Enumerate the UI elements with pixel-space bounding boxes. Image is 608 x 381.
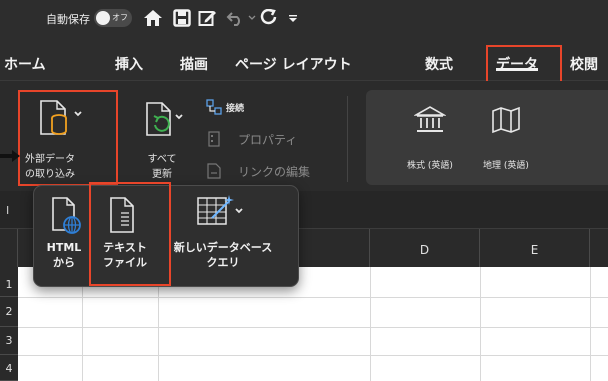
from-html-label-line2: から <box>53 256 75 269</box>
refresh-all-label-line1: すべて <box>147 154 177 165</box>
tab-data[interactable]: データ <box>496 54 538 74</box>
name-box[interactable]: I <box>6 204 9 217</box>
tab-draw[interactable]: 描画 <box>180 54 208 74</box>
connections-label: 接続 <box>226 104 245 114</box>
bank-icon <box>414 106 446 132</box>
from-text-file-label-line2: ファイル <box>103 256 147 269</box>
column-header-f[interactable] <box>590 229 608 267</box>
row-header-3[interactable]: 3 <box>0 327 18 355</box>
edit-links-icon <box>207 163 221 179</box>
column-label-d: D <box>419 243 430 257</box>
edit-icon[interactable] <box>196 7 220 29</box>
from-html-item[interactable]: HTML から <box>38 186 90 286</box>
properties-icon <box>208 131 220 147</box>
refresh-all-label-line2: 更新 <box>152 169 172 180</box>
row-header-2[interactable]: 2 <box>0 297 18 327</box>
stocks-label: 株式 (英語) <box>407 161 453 171</box>
column-header-d[interactable]: D <box>370 229 480 267</box>
pointer-arrow-icon <box>0 150 20 162</box>
customize-toolbar-icon[interactable] <box>286 7 300 29</box>
from-text-file-label-line1: テキスト <box>103 241 147 254</box>
edit-links-button[interactable]: リンクの編集 <box>204 162 324 182</box>
row-header-1[interactable]: 1 <box>0 267 18 297</box>
save-icon[interactable] <box>170 7 194 29</box>
geography-label: 地理 (英語) <box>483 161 529 171</box>
refresh-document-icon <box>144 100 184 142</box>
column-label-e: E <box>530 243 539 257</box>
autosave-label: 自動保存 <box>46 13 90 26</box>
edit-links-label: リンクの編集 <box>238 165 311 179</box>
map-icon <box>492 106 520 134</box>
properties-button[interactable]: プロパティ <box>204 130 324 150</box>
undo-dropdown-icon[interactable] <box>246 7 258 29</box>
autosave-state: オフ <box>112 13 128 22</box>
redo-icon[interactable] <box>258 7 280 29</box>
ribbon-divider <box>347 96 348 182</box>
tab-review[interactable]: 校閲 <box>570 54 598 74</box>
toggle-knob <box>96 11 110 25</box>
html-globe-icon <box>52 197 81 234</box>
select-all-corner[interactable] <box>0 229 18 267</box>
column-header-e[interactable]: E <box>480 229 590 267</box>
undo-icon[interactable] <box>224 7 246 29</box>
tab-formulas[interactable]: 数式 <box>425 54 453 74</box>
row-header-4[interactable]: 4 <box>0 355 18 381</box>
properties-label: プロパティ <box>238 133 298 147</box>
get-data-label-line2: の取り込み <box>25 169 75 180</box>
database-query-label-line2: クエリ <box>206 256 240 269</box>
active-tab-indicator <box>496 68 538 71</box>
text-file-icon <box>110 197 134 233</box>
geography-button[interactable]: 地理 (英語) <box>476 100 536 180</box>
get-data-dropdown: HTML から テキスト ファイル 新しいデータベース クエリ <box>33 185 299 287</box>
database-query-wand-icon <box>197 195 243 225</box>
tab-home[interactable]: ホーム <box>4 54 46 74</box>
grid-line <box>590 267 591 381</box>
from-text-file-item[interactable]: テキスト ファイル <box>92 186 158 286</box>
autosave-toggle[interactable]: オフ <box>94 9 132 27</box>
grid-line <box>18 355 608 356</box>
tab-insert[interactable]: 挿入 <box>115 54 143 74</box>
database-query-label-line1: 新しいデータベース <box>173 241 273 254</box>
connections-icon <box>206 99 222 115</box>
document-database-icon <box>38 98 82 142</box>
tab-page-layout[interactable]: ページ レイアウト <box>235 54 352 74</box>
stocks-button[interactable]: 株式 (英語) <box>400 100 460 180</box>
title-bar: 自動保存 オフ <box>0 0 608 36</box>
connections-button[interactable]: 接続 <box>204 98 324 118</box>
home-icon[interactable] <box>140 7 166 29</box>
grid-line <box>18 297 608 298</box>
get-data-label-line1: 外部データ <box>25 154 75 165</box>
from-html-label-line1: HTML <box>46 241 82 254</box>
grid-line <box>480 267 481 381</box>
grid-line <box>370 267 371 381</box>
grid-line <box>18 327 608 328</box>
new-database-query-item[interactable]: 新しいデータベース クエリ <box>162 186 294 286</box>
